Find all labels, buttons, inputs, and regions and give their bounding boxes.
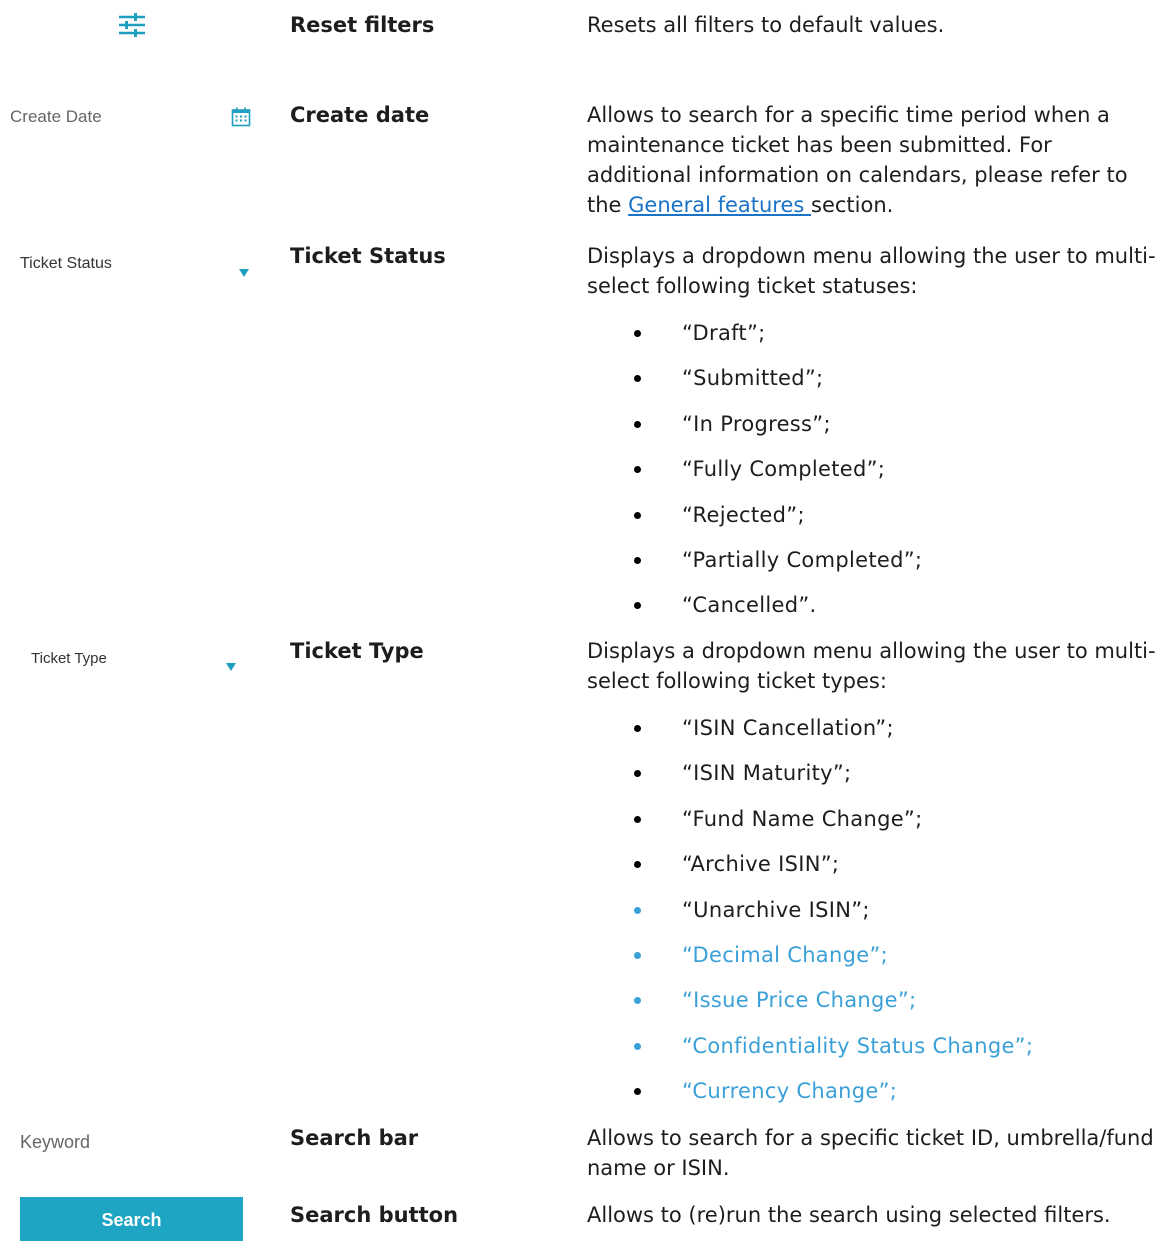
list-item-text: “Rejected”; <box>682 502 805 527</box>
desc-create-date-text-after: section. <box>811 193 894 217</box>
term-ticket-status: Ticket Status <box>290 244 446 268</box>
list-item-text: “In Progress”; <box>682 411 831 436</box>
list-item-text: “Submitted”; <box>682 366 824 391</box>
list-item-text: “Archive ISIN”; <box>682 852 840 877</box>
row-search-button: Search Search button Allows to (re)run t… <box>0 1197 1166 1242</box>
term-search-bar: Search bar <box>290 1126 419 1150</box>
list-item-text: “Draft”; <box>682 321 766 345</box>
desc-ticket-type: Displays a dropdown menu allowing the us… <box>587 639 1156 693</box>
search-input[interactable]: Keyword <box>0 1129 260 1165</box>
reset-filters-widget <box>0 10 260 46</box>
desc-search-button: Allows to (re)run the search using selec… <box>587 1203 1111 1227</box>
dropdown-caret-icon[interactable] <box>239 262 249 277</box>
create-date-label: Create Date <box>10 107 102 126</box>
row-search-bar: Keyword Search bar Allows to search for … <box>0 1123 1166 1183</box>
list-item-text: “Fully Completed”; <box>682 457 886 482</box>
row-ticket-status: Ticket Status Ticket Status Displays a d… <box>0 241 1166 621</box>
term-create-date: Create date <box>290 103 430 127</box>
term-reset-filters: Reset filters <box>290 13 435 37</box>
search-input-placeholder: Keyword <box>20 1132 91 1152</box>
ticket-status-dropdown[interactable]: Ticket Status <box>0 253 260 289</box>
desc-create-date: Allows to search for a specific time per… <box>587 100 1157 220</box>
ticket-status-label: Ticket Status <box>20 255 112 272</box>
calendar-icon[interactable] <box>231 107 251 127</box>
row-create-date: Create Date Create date Allows to search… <box>0 100 1166 230</box>
list-item-text: “ISIN Cancellation”; <box>682 716 894 740</box>
dropdown-caret-icon[interactable] <box>226 656 236 671</box>
row-ticket-type: Ticket Type Ticket Type Displays a dropd… <box>0 636 1166 1106</box>
search-button-label: Search <box>101 1210 162 1230</box>
desc-search-bar: Allows to search for a specific ticket I… <box>587 1126 1154 1180</box>
list-item-text: “Unarchive ISIN”; <box>682 897 870 922</box>
list-item-text: “ISIN Maturity”; <box>682 761 852 786</box>
list-item-text: “Issue Price Change”; <box>682 988 917 1013</box>
ticket-type-label: Ticket Type <box>31 650 107 667</box>
list-item-text: “Currency Change”; <box>682 1079 898 1104</box>
desc-ticket-status: Displays a dropdown menu allowing the us… <box>587 244 1156 298</box>
list-item-text: “Partially Completed”; <box>682 547 923 572</box>
list-item-text: “Decimal Change”; <box>682 942 888 967</box>
list-item-text: “Cancelled”. <box>682 593 817 618</box>
create-date-field[interactable]: Create Date <box>0 104 260 140</box>
general-features-link[interactable]: General features <box>628 193 811 217</box>
list-item-text: “Confidentiality Status Change”; <box>682 1033 1034 1058</box>
filter-sliders-icon[interactable] <box>118 12 146 38</box>
term-search-button: Search button <box>290 1203 459 1227</box>
ticket-type-dropdown[interactable]: Ticket Type <box>0 648 260 684</box>
term-ticket-type: Ticket Type <box>290 639 424 663</box>
desc-reset-filters: Resets all filters to default values. <box>587 13 945 37</box>
list-item-text: “Fund Name Change”; <box>682 806 923 831</box>
row-reset-filters: Reset filters Resets all filters to defa… <box>0 10 1166 50</box>
search-button[interactable]: Search <box>20 1197 243 1241</box>
